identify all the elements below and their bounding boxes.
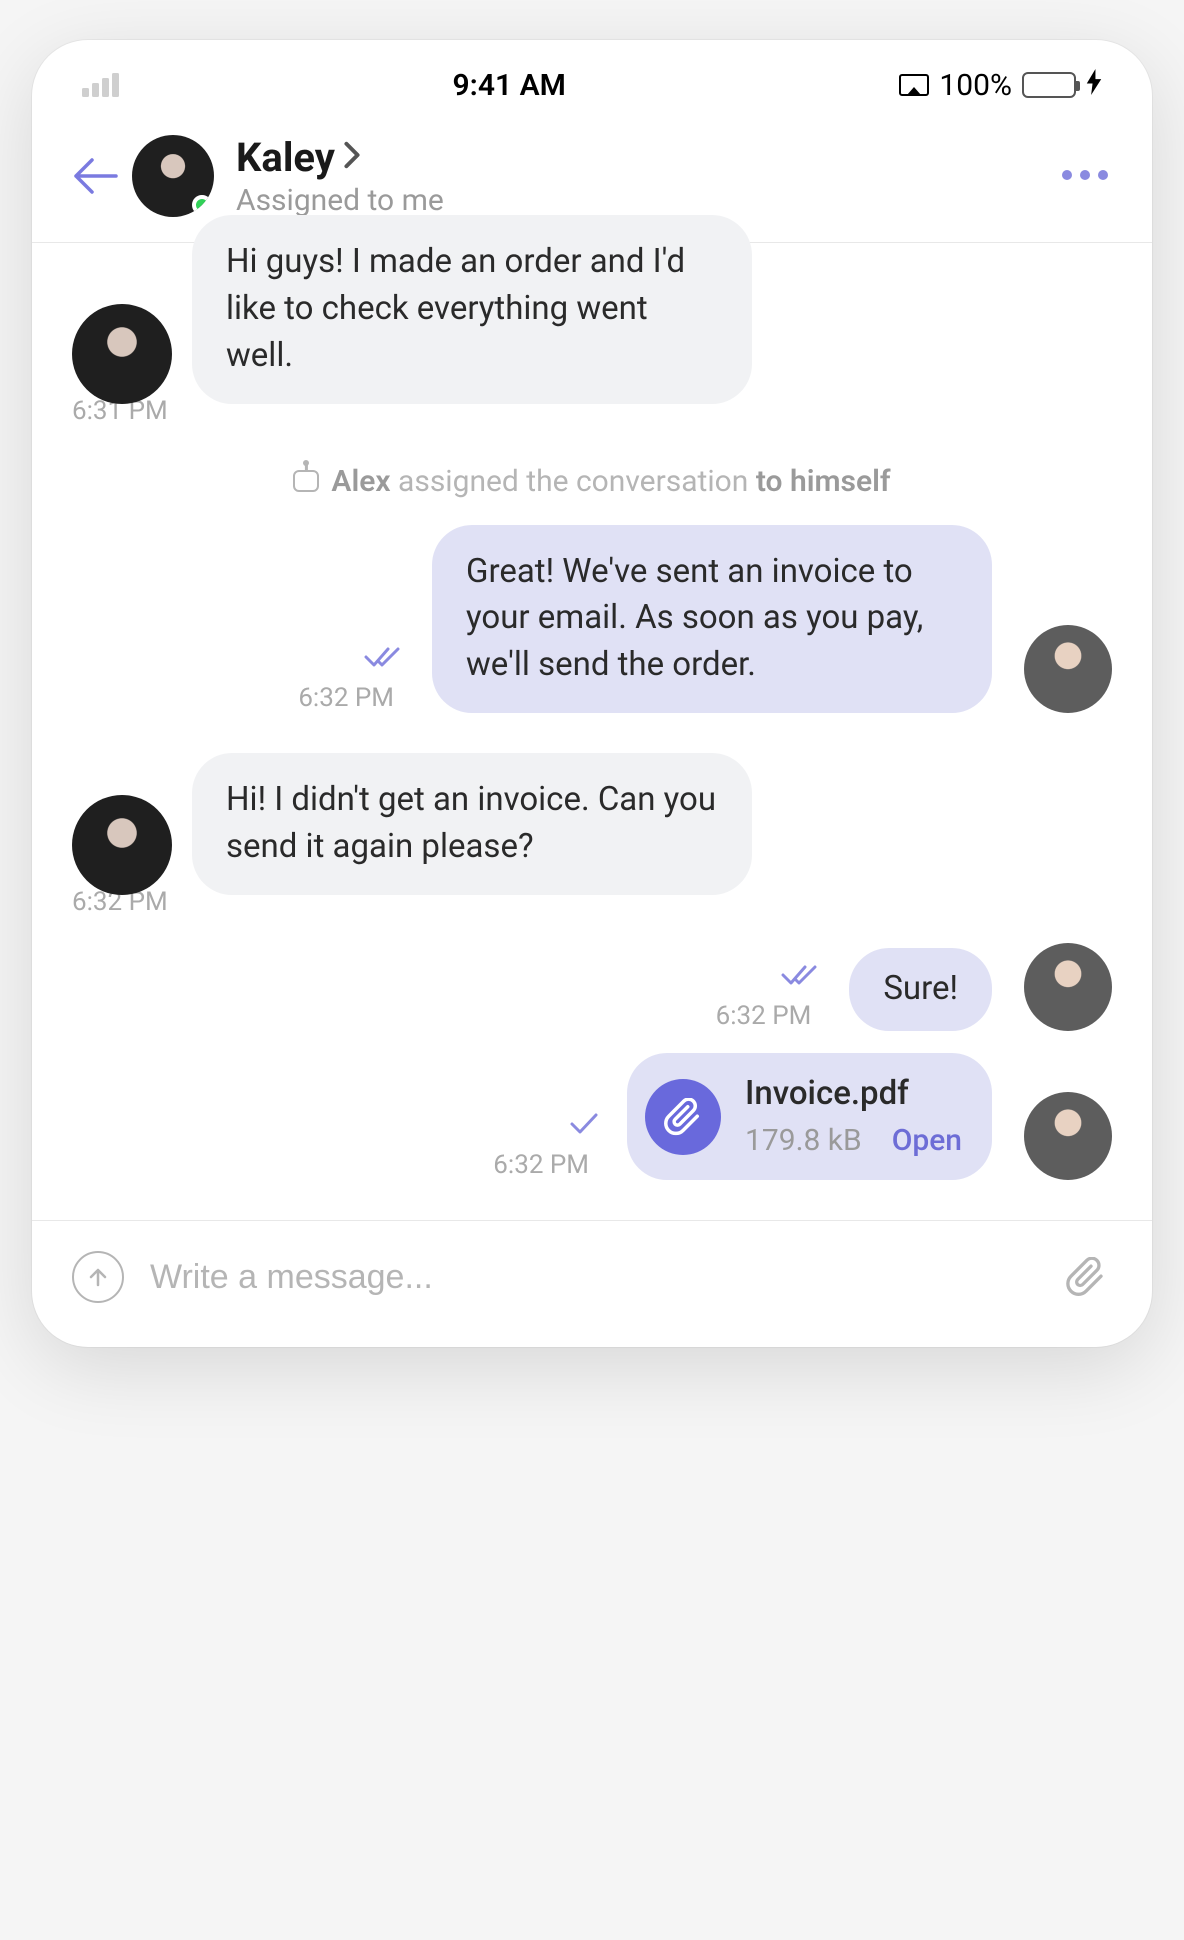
attach-button[interactable] <box>1060 1251 1112 1303</box>
assignment-subtitle: Assigned to me <box>236 183 1058 218</box>
conversation-area[interactable]: Hi guys! I made an order and I'd like to… <box>32 215 1152 1220</box>
chevron-right-icon <box>343 138 361 178</box>
bot-icon <box>293 470 319 492</box>
header-title-block[interactable]: Kaley Assigned to me <box>236 134 1058 218</box>
contact-avatar[interactable] <box>132 135 214 217</box>
phone-frame: 9:41 AM 100% Kaley Assign <box>32 40 1152 1347</box>
message-row: 6:32 PM Invoice.pdf 179.8 kB Open <box>72 1053 1112 1180</box>
system-target: to himself <box>756 464 891 499</box>
status-bar: 9:41 AM 100% <box>32 40 1152 116</box>
file-name: Invoice.pdf <box>745 1071 962 1118</box>
file-size: 179.8 kB <box>745 1120 862 1163</box>
cast-icon <box>899 74 929 96</box>
agent-avatar[interactable] <box>1024 1092 1112 1180</box>
sent-receipt-icon <box>569 1111 599 1144</box>
battery-percent: 100% <box>939 68 1012 103</box>
file-attachment-bubble[interactable]: Invoice.pdf 179.8 kB Open <box>627 1053 992 1180</box>
message-row: 6:32 PM Great! We've sent an invoice to … <box>72 525 1112 714</box>
charging-icon <box>1086 69 1102 101</box>
system-event: Alex assigned the conversation to himsel… <box>72 464 1112 499</box>
system-actor: Alex <box>331 464 390 499</box>
more-options-button[interactable] <box>1058 168 1112 184</box>
presence-indicator <box>192 195 212 215</box>
message-bubble[interactable]: Great! We've sent an invoice to your ema… <box>432 525 992 714</box>
sender-avatar[interactable] <box>72 795 172 895</box>
timestamp-text: 6:32 PM <box>493 1150 589 1180</box>
message-input[interactable] <box>150 1258 1034 1297</box>
message-meta: 6:32 PM <box>493 1111 599 1180</box>
agent-avatar[interactable] <box>1024 625 1112 713</box>
read-receipt-icon <box>781 962 821 995</box>
back-button[interactable] <box>72 156 132 196</box>
contact-name: Kaley <box>236 134 335 181</box>
message-meta: 6:32 PM <box>298 644 404 713</box>
message-row: Hi! I didn't get an invoice. Can you sen… <box>72 753 1112 895</box>
timestamp-text: 6:32 PM <box>716 1001 812 1031</box>
message-bubble[interactable]: Hi guys! I made an order and I'd like to… <box>192 215 752 404</box>
send-button[interactable] <box>72 1251 124 1303</box>
message-row: Hi guys! I made an order and I'd like to… <box>72 215 1112 404</box>
paperclip-icon <box>1066 1257 1106 1297</box>
system-action: assigned the conversation <box>398 464 748 499</box>
message-row: 6:32 PM Sure! <box>72 943 1112 1031</box>
file-open-link[interactable]: Open <box>892 1120 962 1163</box>
message-bubble[interactable]: Sure! <box>849 948 992 1031</box>
message-composer <box>32 1220 1152 1347</box>
back-arrow-icon <box>72 156 118 196</box>
signal-icon <box>82 73 119 97</box>
arrow-up-icon <box>86 1265 110 1289</box>
read-receipt-icon <box>364 644 404 677</box>
paperclip-icon <box>645 1079 721 1155</box>
timestamp-text: 6:32 PM <box>298 683 394 713</box>
message-meta: 6:32 PM <box>716 962 822 1031</box>
sender-avatar[interactable] <box>72 304 172 404</box>
message-bubble[interactable]: Hi! I didn't get an invoice. Can you sen… <box>192 753 752 895</box>
status-right: 100% <box>899 68 1102 103</box>
battery-icon <box>1022 72 1076 98</box>
agent-avatar[interactable] <box>1024 943 1112 1031</box>
status-time: 9:41 AM <box>453 68 566 103</box>
